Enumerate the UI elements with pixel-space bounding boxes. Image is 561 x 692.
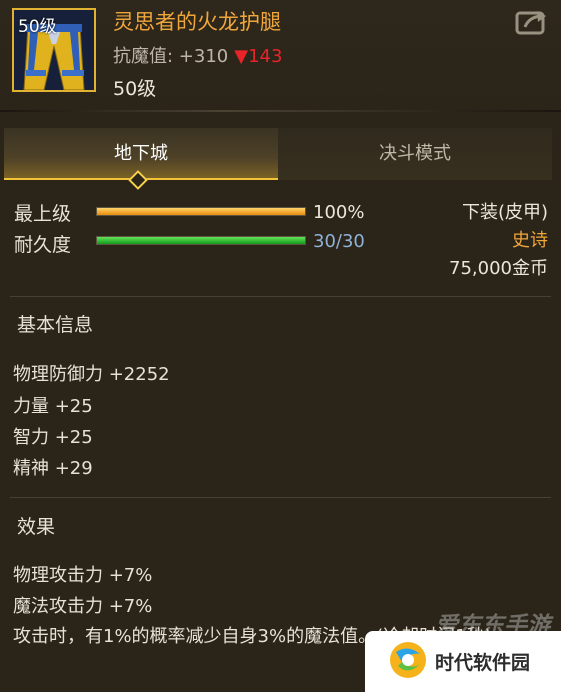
durability-value: 30/30 [313, 231, 365, 252]
tab-duel-mode[interactable]: 决斗模式 [278, 128, 552, 180]
effects-title: 效果 [17, 516, 56, 538]
magic-resist-label: 抗魔值: +310 [113, 46, 229, 67]
max-level-label: 最上级 [14, 203, 72, 225]
item-name: 灵思者的火龙护腿 [113, 10, 281, 34]
section-divider [10, 296, 551, 297]
item-slot: 下装(皮甲) [461, 202, 548, 223]
watermark-brand: 时代软件园 [435, 652, 531, 674]
effect-physical-attack: 物理攻击力 +7% [13, 565, 153, 586]
item-header: 50级 灵思者的火龙护腿 抗魔值: +310 ▼143 50级 [0, 0, 561, 112]
attribute-physical-defense: 物理防御力 +2252 [13, 364, 170, 385]
item-price: 75,000金币 [449, 258, 548, 279]
attribute-spirit: 精神 +29 [13, 458, 93, 479]
item-level: 50级 [113, 78, 157, 100]
basic-info-title: 基本信息 [17, 314, 94, 336]
effect-magic-attack: 魔法攻击力 +7% [13, 596, 153, 617]
header-divider [0, 110, 561, 112]
max-level-value: 100% [313, 202, 365, 223]
attribute-intelligence: 智力 +25 [13, 427, 93, 448]
item-level-tag: 50级 [18, 17, 57, 37]
durability-label: 耐久度 [14, 234, 72, 256]
share-icon[interactable] [515, 8, 549, 36]
magic-resist-stat: 抗魔值: +310 ▼143 [113, 42, 282, 68]
section-divider [10, 497, 551, 498]
durability-bar-fill [97, 237, 305, 244]
item-icon-frame[interactable]: 50级 [12, 8, 96, 92]
brand-logo-icon [390, 642, 426, 678]
attribute-strength: 力量 +25 [13, 396, 93, 417]
watermark-badge: 时代软件园 [365, 631, 561, 692]
max-level-bar-fill [97, 208, 305, 215]
durability-bar [96, 236, 306, 245]
max-level-bar [96, 207, 306, 216]
mode-tabs: 地下城 决斗模式 [4, 128, 553, 180]
item-rarity: 史诗 [512, 230, 548, 251]
stat-change: ▼143 [234, 46, 283, 67]
